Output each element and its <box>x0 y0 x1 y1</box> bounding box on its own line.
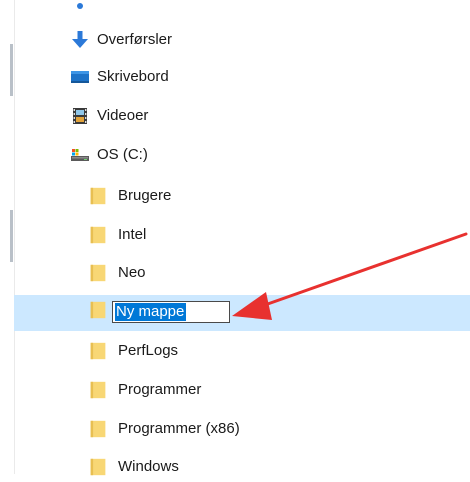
tree-item-skrivebord[interactable]: Skrivebord <box>14 62 470 92</box>
tree-item-programmer-x86[interactable]: Programmer (x86) <box>14 414 470 444</box>
tree-item-perflogs[interactable]: PerfLogs <box>14 336 470 366</box>
rename-input[interactable]: Ny mappe <box>112 301 230 323</box>
tree-item-programmer[interactable]: Programmer <box>14 375 470 405</box>
tree-item-label: Windows <box>118 458 179 475</box>
folder-icon <box>90 381 106 399</box>
download-arrow-icon <box>72 31 88 48</box>
tree-item-neo[interactable]: Neo <box>14 258 470 288</box>
tree-item-videoer[interactable]: Videoer <box>14 101 470 131</box>
tree-item-label: Skrivebord <box>97 68 169 85</box>
dot-icon <box>77 3 83 9</box>
tree-item-partial[interactable] <box>14 0 470 22</box>
desktop-icon <box>71 71 89 83</box>
tree-item-ny-mappe[interactable]: Ny mappe <box>14 295 470 331</box>
tree-item-label: Programmer (x86) <box>118 420 240 437</box>
folder-icon <box>90 458 106 476</box>
tree-item-overforsler[interactable]: Overførsler <box>14 25 470 55</box>
tree-item-label: Brugere <box>118 187 172 204</box>
tree-item-intel[interactable]: Intel <box>14 220 470 250</box>
tree-item-brugere[interactable]: Brugere <box>14 181 470 211</box>
film-icon <box>73 108 87 124</box>
tree-item-os-c[interactable]: OS (C:) <box>14 140 470 170</box>
tree-item-windows[interactable]: Windows <box>14 452 470 482</box>
folder-icon <box>90 264 106 282</box>
folder-icon <box>90 301 106 319</box>
tree-item-label: Videoer <box>97 107 149 124</box>
tree-item-label: PerfLogs <box>118 342 179 359</box>
tree-item-label: Overførsler <box>97 31 172 48</box>
folder-icon <box>90 420 106 438</box>
tree-item-label: Intel <box>118 226 147 243</box>
tree-item-label: Programmer <box>118 381 202 398</box>
folder-icon <box>90 226 106 244</box>
tree-item-label: OS (C:) <box>97 146 148 163</box>
rename-selected-text: Ny mappe <box>115 303 187 321</box>
folder-icon <box>90 342 106 360</box>
tree-item-label: Neo <box>118 264 146 281</box>
folder-icon <box>90 187 106 205</box>
navigation-tree: Overførsler Skrivebord Videoer OS (C:) B… <box>0 0 470 476</box>
drive-icon <box>71 149 89 161</box>
